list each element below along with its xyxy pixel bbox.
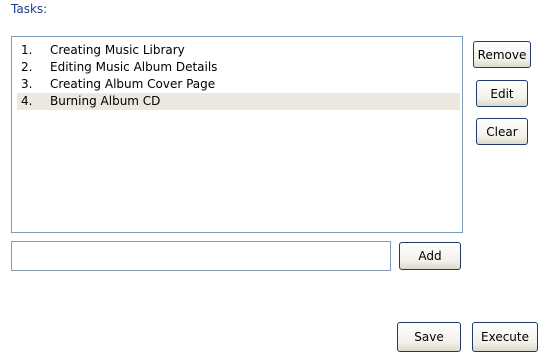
task-number: 1.: [21, 43, 33, 57]
clear-button[interactable]: Clear: [476, 118, 528, 145]
task-item[interactable]: 3. Creating Album Cover Page: [17, 76, 460, 93]
task-item[interactable]: 1. Creating Music Library: [17, 42, 460, 59]
task-item[interactable]: 2. Editing Music Album Details: [17, 59, 460, 76]
tasks-label: Tasks:: [11, 2, 48, 16]
remove-button[interactable]: Remove: [473, 41, 531, 68]
edit-button[interactable]: Edit: [476, 80, 528, 107]
add-button[interactable]: Add: [399, 242, 461, 270]
task-label: Burning Album CD: [50, 94, 161, 108]
task-label: Creating Music Library: [50, 43, 185, 57]
new-task-input[interactable]: [11, 241, 391, 271]
task-list[interactable]: 1. Creating Music Library 2. Editing Mus…: [11, 36, 463, 233]
save-button[interactable]: Save: [397, 322, 461, 352]
task-item[interactable]: 4. Burning Album CD: [17, 93, 460, 110]
task-label: Creating Album Cover Page: [50, 77, 216, 91]
tasks-panel: Tasks: 1. Creating Music Library 2. Edit…: [0, 0, 540, 354]
task-label: Editing Music Album Details: [50, 60, 218, 74]
task-number: 4.: [21, 94, 33, 108]
task-number: 2.: [21, 60, 33, 74]
execute-button[interactable]: Execute: [472, 322, 538, 352]
task-number: 3.: [21, 77, 33, 91]
